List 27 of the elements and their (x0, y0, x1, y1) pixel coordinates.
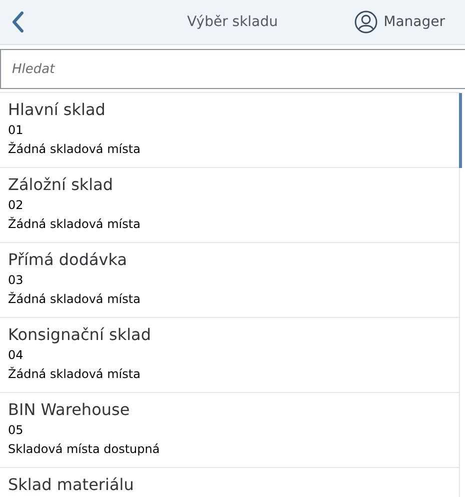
user-icon (354, 10, 378, 34)
bin-status: Skladová místa dostupná (8, 441, 161, 458)
warehouse-code: 03 (8, 272, 24, 289)
warehouse-name: Přímá dodávka (8, 249, 128, 271)
warehouse-code: 02 (8, 197, 24, 214)
bin-status: Žádná skladová místa (8, 290, 142, 308)
warehouse-name: Hlavní sklad (8, 99, 106, 121)
search-field[interactable]: Hledat (0, 49, 465, 89)
page-title: Výběr skladu (187, 14, 278, 30)
bin-status: Žádná skladová místa (8, 366, 142, 383)
back-icon (11, 11, 25, 33)
warehouse-code: 01 (8, 122, 24, 139)
warehouse-item[interactable]: Sklad materiálu (0, 468, 459, 497)
bin-status: Žádná skladová místa (8, 140, 142, 158)
warehouse-item[interactable]: Záložní sklad 02 Žádná skladová místa (0, 168, 459, 243)
warehouse-name: Záložní sklad (8, 174, 114, 196)
warehouse-name: BIN Warehouse (8, 399, 131, 421)
warehouse-item[interactable]: Přímá dodávka 03 Žádná skladová místa (0, 243, 459, 318)
warehouse-item[interactable]: Konsignační sklad 04 Žádná skladová místa (0, 318, 459, 393)
warehouse-code: 05 (8, 422, 24, 439)
warehouse-code: 04 (8, 347, 24, 364)
user-button[interactable]: Manager (354, 10, 465, 34)
bin-status: Žádná skladová místa (8, 216, 142, 233)
warehouse-name: Sklad materiálu (8, 474, 135, 496)
warehouse-name: Konsignační sklad (8, 324, 152, 346)
scrollbar-thumb[interactable] (459, 93, 462, 168)
warehouse-item[interactable]: BIN Warehouse 05 Skladová místa dostupná (0, 393, 459, 468)
